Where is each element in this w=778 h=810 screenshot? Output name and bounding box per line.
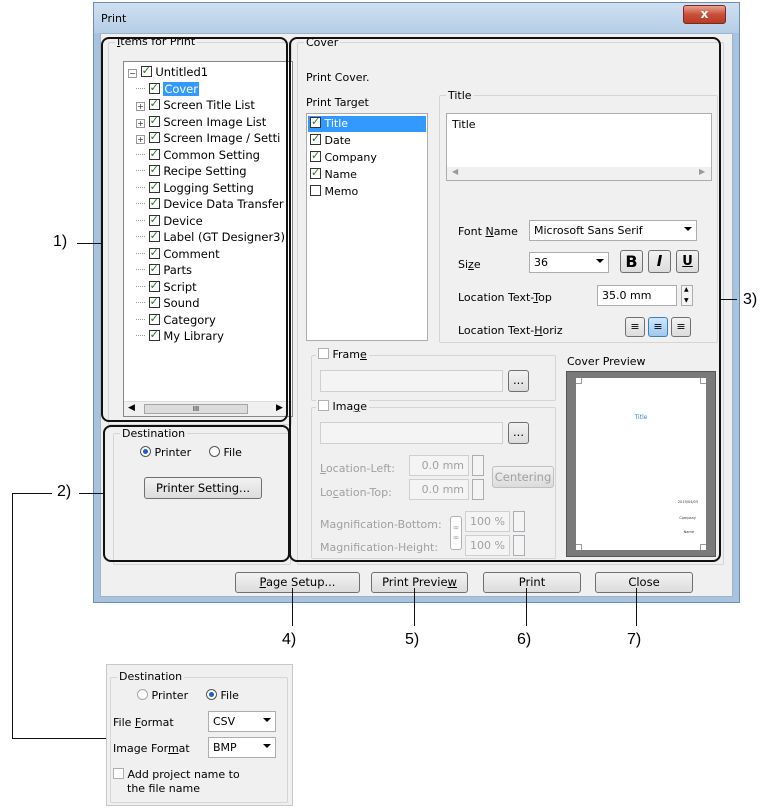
callout-line-2 (79, 493, 103, 494)
callout-label-4: 4) (282, 631, 297, 648)
file-format-select[interactable]: CSV (208, 711, 276, 732)
print-preview-button[interactable]: Print Preview (371, 572, 468, 593)
destination-file-group: Destination Printer File File Format CSV… (110, 670, 288, 803)
callout-label-2: 2) (57, 483, 72, 500)
callout-line-4 (292, 588, 293, 626)
file-format-value: CSV (213, 715, 236, 728)
callout-line-1 (77, 243, 101, 244)
chevron-down-icon (263, 718, 271, 722)
printer-radio-icon[interactable] (137, 689, 148, 700)
printer-radio-label: Printer (151, 689, 189, 702)
callout-label-3: 3) (743, 291, 758, 308)
callout-label-7: 7) (627, 631, 642, 648)
callout-label-5: 5) (405, 631, 420, 648)
image-format-value: BMP (213, 741, 237, 754)
file-format-label: File Format (113, 716, 174, 729)
callout-line-7 (636, 588, 637, 626)
callout-line-2b (12, 493, 52, 494)
callout-box-2 (103, 425, 290, 562)
callout-line-2c (12, 493, 13, 739)
callout-line-2d (12, 738, 107, 739)
callout-box-1 (101, 37, 288, 422)
callout-line-3 (721, 299, 737, 300)
callout-label-1: 1) (53, 233, 68, 250)
title-bar[interactable]: Print x (94, 3, 739, 33)
image-format-label: Image Format (113, 742, 190, 755)
file-radio-icon[interactable] (206, 689, 217, 700)
add-project-name-line2: the file name (127, 782, 200, 795)
printer-radio-2[interactable]: Printer (137, 689, 188, 702)
file-radio-label: File (220, 689, 239, 702)
close-button[interactable]: Close (595, 572, 693, 593)
print-button[interactable]: Print (483, 572, 581, 593)
close-window-button[interactable]: x (683, 5, 726, 24)
image-format-select[interactable]: BMP (208, 737, 276, 758)
callout-line-5 (414, 588, 415, 626)
callout-line-6 (526, 588, 527, 626)
chevron-down-icon (263, 744, 271, 748)
add-project-name-checkbox[interactable]: Add project name to (113, 768, 240, 781)
callout-label-6: 6) (517, 631, 532, 648)
add-project-name-line1: Add project name to (127, 768, 240, 781)
window-title: Print (101, 12, 127, 25)
file-radio-2[interactable]: File (206, 689, 239, 702)
add-project-name-checkbox-icon[interactable] (113, 768, 124, 779)
destination-file-panel: Destination Printer File File Format CSV… (106, 664, 293, 806)
destination-file-label: Destination (117, 670, 185, 683)
page-setup-button[interactable]: Page Setup... (235, 572, 360, 593)
callout-box-3 (289, 37, 721, 562)
